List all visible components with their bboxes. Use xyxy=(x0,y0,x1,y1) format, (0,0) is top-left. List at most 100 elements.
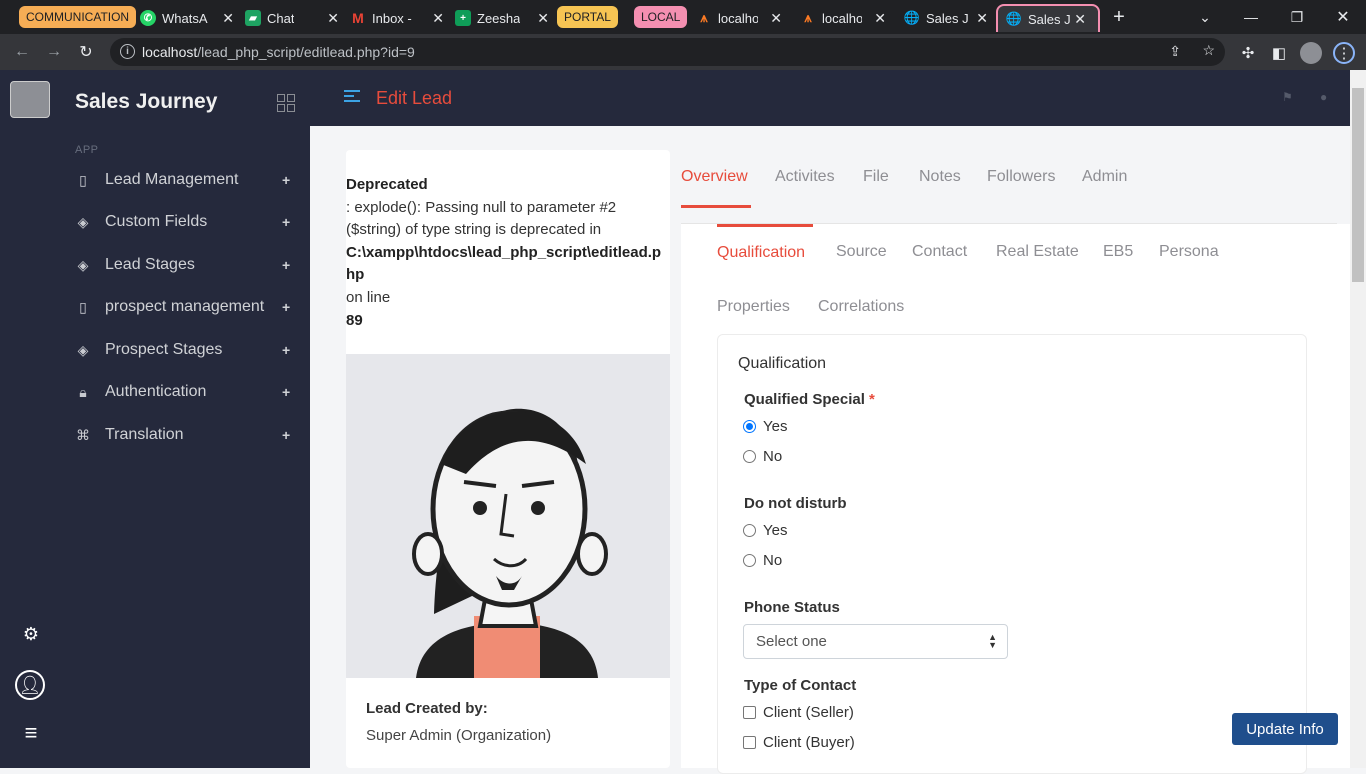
contact-client-seller-option[interactable]: Client (Seller) xyxy=(743,704,854,721)
qualified-special-label: Qualified Special * xyxy=(744,391,875,408)
expand-icon: + xyxy=(282,427,291,443)
subtab-source[interactable]: Source xyxy=(836,243,887,261)
subtab-contact[interactable]: Contact xyxy=(912,243,967,261)
flag-icon[interactable]: ⚑ xyxy=(1282,90,1296,104)
tab-group-communication[interactable]: COMMUNICATION xyxy=(19,6,137,28)
checkbox[interactable] xyxy=(743,706,756,719)
close-tab-icon[interactable]: ✕ xyxy=(770,10,782,27)
site-info-icon[interactable]: i xyxy=(120,44,135,59)
reload-icon[interactable]: ↻ xyxy=(74,40,98,64)
close-tab-icon[interactable]: ✕ xyxy=(1074,11,1086,28)
sidebar-item-label: Custom Fields xyxy=(105,213,208,230)
option-label: Yes xyxy=(763,522,788,539)
subtab-eb5[interactable]: EB5 xyxy=(1103,243,1133,261)
browser-tab-localhost-2[interactable]: ⩚ localho ✕ xyxy=(800,4,892,32)
profile-avatar[interactable] xyxy=(1300,42,1322,64)
subtab-persona[interactable]: Persona xyxy=(1159,243,1219,261)
sidebar-item-prospect-management[interactable]: ▯ prospect management + xyxy=(0,287,310,327)
checkbox[interactable] xyxy=(743,736,756,749)
radio-yes-selected[interactable] xyxy=(743,420,756,433)
tab-activites[interactable]: Activites xyxy=(775,168,835,186)
notice-message: : explode(): Passing null to parameter #… xyxy=(346,198,617,239)
required-marker: * xyxy=(869,391,875,408)
address-bar[interactable]: i localhost/lead_php_script/editlead.php… xyxy=(110,38,1225,66)
tab-admin[interactable]: Admin xyxy=(1082,168,1127,186)
subtab-properties[interactable]: Properties xyxy=(717,298,790,316)
sidebar-item-lead-stages[interactable]: ◈ Lead Stages + xyxy=(0,245,310,285)
close-tab-icon[interactable]: ✕ xyxy=(327,10,339,27)
browser-menu-icon[interactable]: ⋮ xyxy=(1333,42,1355,64)
back-icon[interactable]: ← xyxy=(10,40,34,64)
phone-status-label: Phone Status xyxy=(744,599,840,616)
sidebar-item-label: Authentication xyxy=(105,383,207,400)
scrollbar-thumb[interactable] xyxy=(1352,88,1364,282)
qualified-special-yes-option[interactable]: Yes xyxy=(743,418,787,435)
close-tab-icon[interactable]: ✕ xyxy=(432,10,444,27)
browser-tab-localhost-1[interactable]: ⩚ localho ✕ xyxy=(696,4,788,32)
layout-toggle-icon[interactable] xyxy=(277,94,295,112)
expand-icon: + xyxy=(282,172,291,188)
sidebar-item-prospect-stages[interactable]: ◈ Prospect Stages + xyxy=(0,330,310,370)
tab-group-local[interactable]: LOCAL xyxy=(634,6,688,28)
xampp-icon: ⩚ xyxy=(700,10,708,25)
overview-panel: Qualification Source Contact Real Estate… xyxy=(681,224,1350,774)
radio-no[interactable] xyxy=(743,554,756,567)
brand-logo[interactable] xyxy=(10,81,50,118)
side-panel-icon[interactable]: ◧ xyxy=(1268,42,1290,64)
browser-tab-whatsapp[interactable]: ✆ WhatsA ✕ xyxy=(140,4,240,32)
close-tab-icon[interactable]: ✕ xyxy=(976,10,988,27)
brand-name[interactable]: Sales Journey xyxy=(75,90,217,114)
book-icon: ▯ xyxy=(79,171,87,188)
radio-no[interactable] xyxy=(743,450,756,463)
subtab-qualification[interactable]: Qualification xyxy=(717,244,805,262)
tab-label: Sales Jo xyxy=(1028,11,1070,27)
tab-group-portal[interactable]: PORTAL xyxy=(557,6,618,28)
collapse-menu-icon[interactable] xyxy=(344,90,360,105)
tab-search-icon[interactable]: ⌄ xyxy=(1182,0,1228,34)
new-tab-button[interactable]: + xyxy=(1096,0,1142,34)
sidebar-item-custom-fields[interactable]: ◈ Custom Fields + xyxy=(0,202,310,242)
sidebar-item-lead-management[interactable]: ▯ Lead Management + xyxy=(0,160,310,200)
close-tab-icon[interactable]: ✕ xyxy=(222,10,234,27)
subtab-correlations[interactable]: Correlations xyxy=(818,298,904,316)
tab-label: Zeesha xyxy=(477,10,521,26)
extensions-icon[interactable]: ✣ xyxy=(1237,42,1259,64)
browser-tab-chat[interactable]: ▰ Chat ✕ xyxy=(245,4,345,32)
do-not-disturb-yes-option[interactable]: Yes xyxy=(743,522,787,539)
browser-tab-sales-journey-active[interactable]: 🌐 Sales Jo ✕ xyxy=(996,4,1100,32)
phone-status-select[interactable]: Select one ▲ ▼ xyxy=(743,624,1008,659)
browser-tab-sheets[interactable]: + Zeesha ✕ xyxy=(455,4,555,32)
sidebar-item-authentication[interactable]: 🔒︎ Authentication + xyxy=(0,372,310,412)
radio-yes[interactable] xyxy=(743,524,756,537)
qualified-special-no-option[interactable]: No xyxy=(743,448,782,465)
user-icon[interactable]: ● xyxy=(1320,90,1334,104)
sidebar-section-label: APP xyxy=(75,144,99,156)
update-info-button[interactable]: Update Info xyxy=(1232,713,1338,745)
form-section-title: Qualification xyxy=(738,355,827,372)
close-tab-icon[interactable]: ✕ xyxy=(537,10,549,27)
tab-notes[interactable]: Notes xyxy=(919,168,961,186)
user-profile-icon[interactable]: 👤︎ xyxy=(15,670,45,700)
minimize-icon[interactable]: — xyxy=(1228,0,1274,34)
page-scrollbar[interactable] xyxy=(1350,70,1366,768)
browser-tab-sales-journey-1[interactable]: 🌐 Sales Jo ✕ xyxy=(904,4,994,32)
sidebar-item-translation[interactable]: ⌘ Translation + xyxy=(0,415,310,455)
url-path: /lead_php_script/editlead.php?id=9 xyxy=(197,44,415,60)
menu-lines-icon[interactable]: ≡ xyxy=(18,720,44,746)
notice-file: C:\xampp\htdocs\lead_php_script\editlead… xyxy=(346,243,662,284)
bookmark-star-icon[interactable]: ☆ xyxy=(1202,42,1215,59)
share-icon[interactable]: ⇪ xyxy=(1169,43,1181,60)
tab-file[interactable]: File xyxy=(863,168,889,186)
sidebar-item-label: Lead Management xyxy=(105,171,239,188)
close-window-icon[interactable]: ✕ xyxy=(1320,0,1366,34)
restore-icon[interactable]: ❐ xyxy=(1274,0,1320,34)
close-tab-icon[interactable]: ✕ xyxy=(874,10,886,27)
tab-followers[interactable]: Followers xyxy=(987,168,1055,186)
browser-tab-inbox[interactable]: M Inbox - ✕ xyxy=(350,4,450,32)
do-not-disturb-no-option[interactable]: No xyxy=(743,552,782,569)
settings-gear-icon[interactable]: ⚙ xyxy=(18,621,44,647)
subtab-real-estate[interactable]: Real Estate xyxy=(996,243,1079,261)
tab-overview[interactable]: Overview xyxy=(681,168,748,186)
forward-icon[interactable]: → xyxy=(42,40,66,64)
contact-client-buyer-option[interactable]: Client (Buyer) xyxy=(743,734,855,751)
